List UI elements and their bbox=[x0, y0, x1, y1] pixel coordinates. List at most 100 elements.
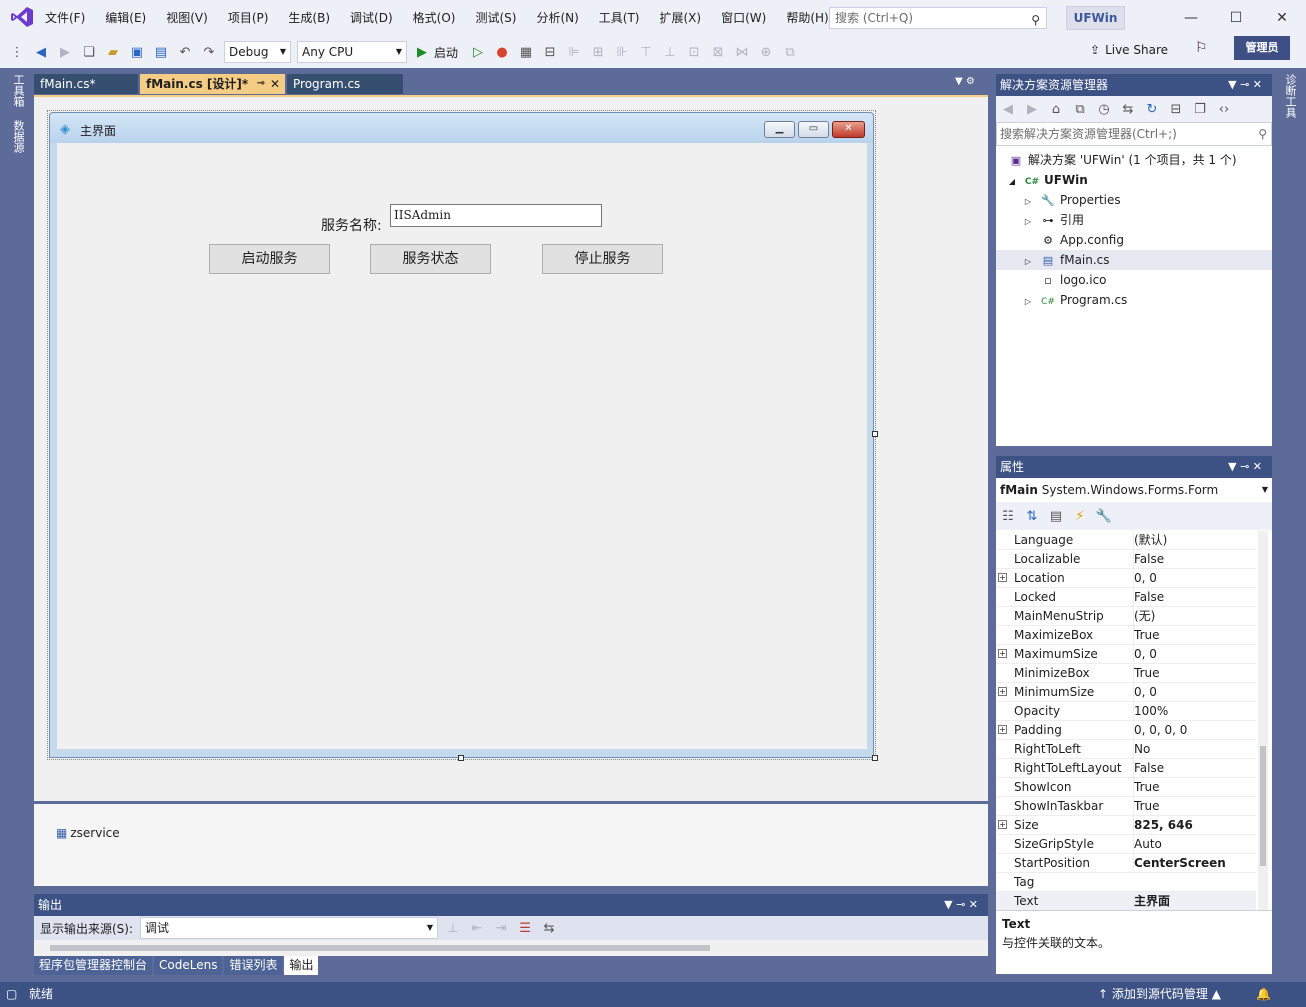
close-button[interactable]: ✕ bbox=[1259, 0, 1305, 36]
spacing-icon[interactable]: ⋈ bbox=[733, 45, 751, 60]
tree-solution[interactable]: ▣ 解决方案 'UFWin' (1 个项目，共 1 个) bbox=[1008, 150, 1237, 170]
collapse-all-icon[interactable]: ⊟ bbox=[1167, 102, 1185, 117]
tab-dropdown-icon[interactable]: ▼ ⚙ bbox=[955, 76, 975, 87]
save-all-icon[interactable]: ▤ bbox=[152, 45, 170, 60]
output-source-select[interactable]: 调试 ▼ bbox=[140, 917, 439, 939]
events-icon[interactable]: ⚡ bbox=[1071, 509, 1089, 524]
close-tab-icon[interactable]: ✕ bbox=[270, 74, 280, 94]
menu-format[interactable]: 格式(O) bbox=[403, 0, 466, 36]
zoom-icon[interactable]: ⊕ bbox=[757, 45, 775, 60]
back-icon[interactable]: ◀ bbox=[999, 102, 1017, 117]
property-row[interactable]: Tag bbox=[996, 873, 1256, 892]
open-icon[interactable]: ▰ bbox=[104, 45, 122, 60]
pin-icon[interactable]: ⊸ bbox=[257, 74, 265, 94]
notifications-icon[interactable]: 🔔 bbox=[1256, 982, 1271, 1007]
property-value[interactable]: 主界面 bbox=[1133, 892, 1170, 910]
property-row[interactable]: RightToLeftLayout False bbox=[996, 759, 1256, 778]
home-icon[interactable]: ⌂ bbox=[1047, 102, 1065, 117]
new-project-icon[interactable]: ❏ bbox=[80, 45, 98, 60]
resize-handle-right[interactable] bbox=[872, 431, 878, 437]
property-pages-icon[interactable]: 🔧 bbox=[1095, 509, 1113, 524]
next-message-icon[interactable]: ⇥ bbox=[492, 921, 510, 936]
property-value[interactable]: True bbox=[1133, 778, 1160, 797]
word-wrap-icon[interactable]: ⇆ bbox=[540, 921, 558, 936]
start-icon[interactable]: ▶ bbox=[413, 45, 431, 60]
zservice-component[interactable]: ▦ zservice bbox=[56, 826, 120, 840]
tab-fmain-code[interactable]: fMain.cs* bbox=[34, 74, 138, 94]
property-row[interactable]: Opacity 100% bbox=[996, 702, 1256, 721]
start-without-debug-icon[interactable]: ▷ bbox=[469, 45, 487, 60]
property-value[interactable]: CenterScreen bbox=[1133, 854, 1226, 873]
property-grid-scrollbar[interactable] bbox=[1258, 531, 1268, 910]
expand-icon[interactable]: + bbox=[998, 649, 1007, 658]
clear-all-icon[interactable]: ☰ bbox=[516, 921, 534, 936]
panel-controls-icon[interactable]: ▼ ⊸ ✕ bbox=[1228, 74, 1262, 96]
property-value[interactable]: (默认) bbox=[1133, 531, 1167, 550]
tree-project[interactable]: ◢ C# UFWin bbox=[1004, 170, 1088, 190]
property-row[interactable]: + Location 0, 0 bbox=[996, 569, 1256, 588]
bring-front-icon[interactable]: ⧉ bbox=[781, 45, 799, 60]
pending-changes-icon[interactable]: ◷ bbox=[1095, 102, 1113, 117]
align-lefts-icon[interactable]: ⊫ bbox=[565, 45, 583, 60]
forward-icon[interactable]: ▶ bbox=[56, 45, 74, 60]
platform-select[interactable]: Any CPU ▼ bbox=[297, 41, 407, 63]
menu-debug[interactable]: 调试(D) bbox=[340, 0, 403, 36]
align-tops-icon[interactable]: ⊤ bbox=[637, 45, 655, 60]
switch-views-icon[interactable]: ⧉ bbox=[1071, 102, 1089, 117]
property-row[interactable]: Language (默认) bbox=[996, 531, 1256, 550]
maximize-button[interactable]: ☐ bbox=[1213, 0, 1259, 36]
align-rights-icon[interactable]: ⊪ bbox=[613, 45, 631, 60]
search-input[interactable]: 搜索 (Ctrl+Q) ⚲ bbox=[829, 7, 1047, 29]
property-row[interactable]: + Padding 0, 0, 0, 0 bbox=[996, 721, 1256, 740]
property-value[interactable]: 825, 646 bbox=[1133, 816, 1193, 835]
tab-error-list[interactable]: 错误列表 bbox=[224, 956, 283, 975]
configuration-select[interactable]: Debug ▼ bbox=[224, 41, 291, 63]
property-value[interactable]: False bbox=[1133, 588, 1164, 607]
resize-handle-bottom[interactable] bbox=[458, 755, 464, 761]
expand-icon[interactable]: + bbox=[998, 725, 1007, 734]
feedback-icon[interactable]: ⚐ bbox=[1195, 40, 1208, 56]
back-icon[interactable]: ◀ bbox=[32, 45, 50, 60]
align-centers-icon[interactable]: ⊞ bbox=[589, 45, 607, 60]
object-selector[interactable]: fMain System.Windows.Forms.Form ▼ bbox=[996, 478, 1272, 502]
expand-icon[interactable]: + bbox=[998, 687, 1007, 696]
show-all-files-icon[interactable]: ❐ bbox=[1191, 102, 1209, 117]
property-row[interactable]: Localizable False bbox=[996, 550, 1256, 569]
property-row[interactable]: RightToLeft No bbox=[996, 740, 1256, 759]
toolbox-side-tab[interactable]: 工具箱 bbox=[10, 74, 26, 107]
source-control-button[interactable]: ↑ 添加到源代码管理 ▲ bbox=[1098, 982, 1221, 1007]
prev-message-icon[interactable]: ⇤ bbox=[468, 921, 486, 936]
start-button[interactable]: 启动 bbox=[434, 44, 458, 61]
expand-icon[interactable]: + bbox=[998, 573, 1007, 582]
tab-codelens[interactable]: CodeLens bbox=[154, 956, 223, 975]
menu-tools[interactable]: 工具(T) bbox=[589, 0, 650, 36]
refresh-icon[interactable]: ↻ bbox=[1143, 102, 1161, 117]
tree-item-fmain[interactable]: ▷ ▤ fMain.cs bbox=[996, 250, 1272, 270]
property-row[interactable]: + MaximumSize 0, 0 bbox=[996, 645, 1256, 664]
diagnostic-tools-side-tab[interactable]: 诊断工具 bbox=[1282, 74, 1298, 118]
property-row[interactable]: + MinimumSize 0, 0 bbox=[996, 683, 1256, 702]
property-row[interactable]: ShowIcon True bbox=[996, 778, 1256, 797]
solution-config-icon[interactable]: ▦ bbox=[517, 45, 535, 60]
menu-edit[interactable]: 编辑(E) bbox=[95, 0, 156, 36]
tab-output[interactable]: 输出 bbox=[284, 956, 319, 975]
property-value[interactable]: 100% bbox=[1133, 702, 1168, 721]
property-row[interactable]: StartPosition CenterScreen bbox=[996, 854, 1256, 873]
data-sources-side-tab[interactable]: 数据源 bbox=[10, 120, 26, 153]
property-row[interactable]: + Size 825, 646 bbox=[996, 816, 1256, 835]
property-value[interactable]: No bbox=[1133, 740, 1150, 759]
property-row[interactable]: MinimizeBox True bbox=[996, 664, 1256, 683]
tree-item-references[interactable]: ▷ ⊶ 引用 bbox=[1020, 210, 1084, 230]
tab-fmain-designer[interactable]: fMain.cs [设计]* ⊸ ✕ bbox=[140, 74, 285, 94]
menu-test[interactable]: 测试(S) bbox=[465, 0, 526, 36]
designed-form[interactable]: ◈ 主界面 ▁ ▭ ✕ 服务名称: IISAdmin 启动服务 服务状态 停止服… bbox=[49, 112, 874, 758]
start-service-button[interactable]: 启动服务 bbox=[209, 244, 330, 274]
size-to-grid-icon[interactable]: ⊡ bbox=[685, 45, 703, 60]
property-value[interactable]: False bbox=[1133, 550, 1164, 569]
output-scrollbar[interactable] bbox=[34, 940, 988, 956]
menu-build[interactable]: 生成(B) bbox=[278, 0, 340, 36]
scroll-thumb[interactable] bbox=[50, 945, 710, 951]
property-value[interactable]: 0, 0 bbox=[1133, 569, 1157, 588]
property-row[interactable]: SizeGripStyle Auto bbox=[996, 835, 1256, 854]
tab-package-manager[interactable]: 程序包管理器控制台 bbox=[34, 956, 153, 975]
